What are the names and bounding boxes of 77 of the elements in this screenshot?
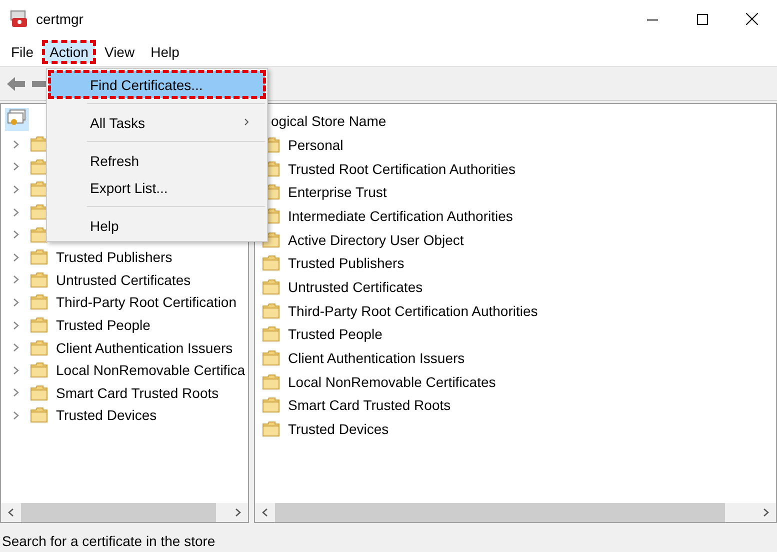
folder-icon: [262, 350, 280, 366]
store-name[interactable]: Intermediate Certification Authorities: [288, 208, 513, 224]
tree-item[interactable]: Trusted Publishers: [56, 249, 172, 266]
scroll-right-icon[interactable]: [763, 508, 769, 517]
folder-icon: [30, 340, 48, 356]
tree-item[interactable]: Trusted People: [56, 317, 150, 334]
chevron-icon[interactable]: [13, 366, 19, 375]
chevron-icon[interactable]: [13, 388, 19, 398]
store-name[interactable]: Smart Card Trusted Roots: [288, 397, 451, 414]
store-name[interactable]: Trusted People: [288, 326, 382, 342]
menu-item[interactable]: Action: [42, 41, 96, 63]
store-name[interactable]: Trusted Publishers: [288, 255, 404, 272]
folder-icon: [262, 255, 280, 272]
folder-icon: [30, 136, 48, 152]
menu-item[interactable]: Refresh: [49, 147, 265, 174]
tree-item[interactable]: Trusted Devices: [56, 407, 157, 424]
store-name[interactable]: Enterprise Trust: [288, 184, 387, 200]
scroll-left-icon[interactable]: [8, 508, 14, 517]
menu-item[interactable]: View: [97, 41, 142, 63]
folder-icon: [30, 226, 48, 243]
tree-item[interactable]: Smart Card Trusted Roots: [56, 384, 219, 401]
tree-item[interactable]: Client Authentication Issuers: [56, 340, 233, 356]
folder-icon: [30, 158, 48, 175]
folder-icon: [262, 278, 280, 295]
chevron-icon[interactable]: [13, 410, 19, 420]
maximize-icon[interactable]: [696, 14, 708, 24]
folder-icon: [30, 249, 48, 266]
horizontal-scrollbar[interactable]: [1, 503, 248, 522]
tree-item[interactable]: Third-Party Root Certification: [56, 294, 237, 310]
store-name[interactable]: Trusted Root Certification Authorities: [288, 160, 516, 177]
folder-icon: [262, 421, 280, 438]
store-name[interactable]: Local NonRemovable Certificates: [288, 374, 496, 390]
chevron-icon[interactable]: [13, 343, 19, 352]
chevron-icon[interactable]: [13, 208, 19, 217]
folder-icon: [262, 326, 280, 342]
folder-icon: [30, 362, 48, 378]
store-name[interactable]: Third-Party Root Certification Authorities: [288, 302, 538, 319]
chevron-icon[interactable]: [13, 162, 19, 172]
folder-icon: [262, 397, 280, 414]
folder-icon: [30, 407, 48, 424]
chevron-icon[interactable]: [13, 140, 19, 149]
tree-item[interactable]: Untrusted Certificates: [56, 272, 191, 288]
store-name[interactable]: Personal: [288, 136, 344, 153]
folder-icon: [30, 204, 48, 220]
store-name[interactable]: Client Authentication Issuers: [288, 350, 465, 366]
close-icon[interactable]: [746, 13, 758, 25]
folder-icon: [30, 317, 48, 334]
chevron-icon[interactable]: [13, 275, 19, 284]
chevron-icon[interactable]: [13, 298, 19, 307]
status-text: Search for a certificate in the store: [2, 533, 216, 549]
menu-item[interactable]: All Tasks: [49, 109, 265, 136]
folder-icon: [262, 374, 280, 390]
store-name[interactable]: Trusted Devices: [288, 421, 389, 438]
menu-item[interactable]: Export List...: [49, 174, 265, 201]
menu-item[interactable]: File: [4, 41, 41, 63]
folder-icon: [30, 294, 48, 310]
scroll-right-icon[interactable]: [235, 508, 241, 517]
chevron-icon[interactable]: [13, 320, 19, 330]
horizontal-scrollbar[interactable]: [255, 503, 776, 522]
menu-item[interactable]: Help: [49, 212, 265, 239]
certificate-icon[interactable]: [5, 108, 29, 131]
folder-icon: [30, 181, 48, 198]
back-icon[interactable]: [6, 76, 26, 92]
menu-item[interactable]: Find Certificates...: [49, 71, 265, 98]
chevron-icon[interactable]: [13, 184, 19, 194]
folder-icon: [30, 272, 48, 288]
folder-icon: [30, 384, 48, 401]
scroll-left-icon[interactable]: [262, 508, 268, 517]
chevron-icon[interactable]: [13, 252, 19, 262]
app-icon: [10, 10, 28, 28]
tree-item[interactable]: Local NonRemovable Certifica: [56, 362, 246, 378]
chevron-icon[interactable]: [13, 230, 19, 240]
menu-item[interactable]: Help: [144, 41, 186, 63]
store-name[interactable]: Untrusted Certificates: [288, 278, 423, 295]
folder-icon: [262, 302, 280, 319]
store-name[interactable]: Active Directory User Object: [288, 232, 464, 248]
window-title: certmgr: [36, 11, 84, 27]
